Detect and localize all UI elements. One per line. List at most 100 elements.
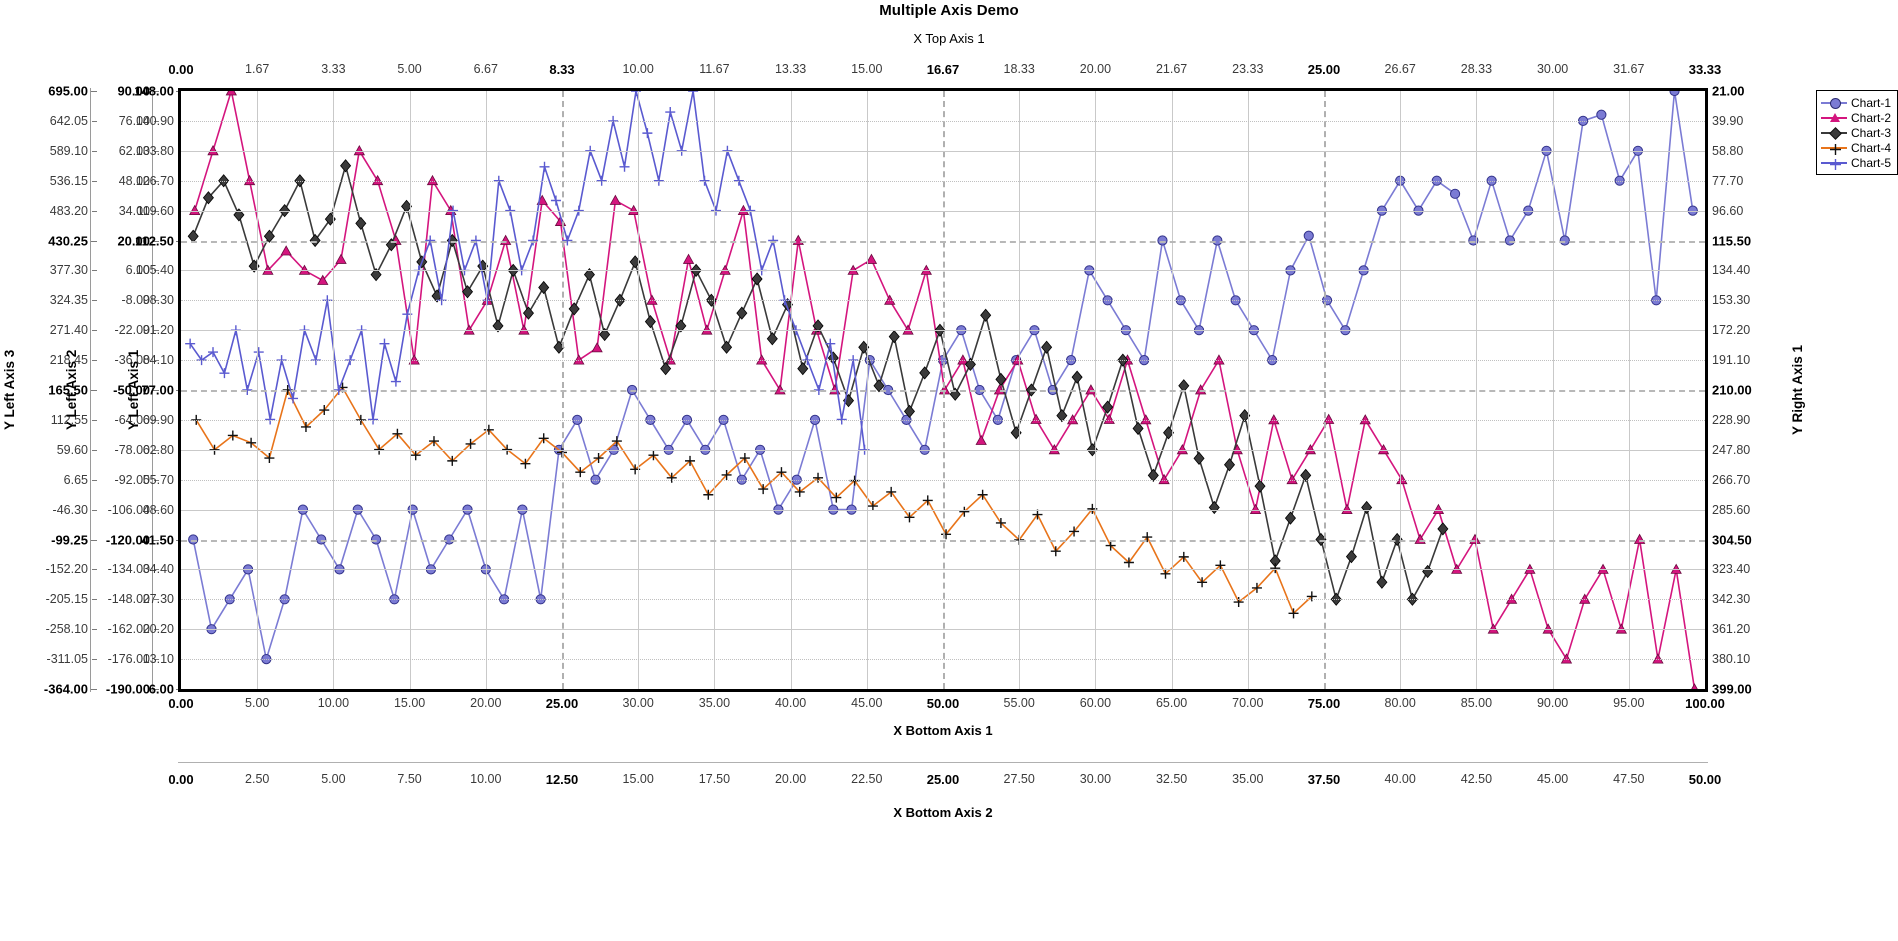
grid-line-horizontal bbox=[181, 150, 1705, 152]
axis-tick-label: 115.50 bbox=[1712, 233, 1752, 248]
axis-tick-label: 18.33 bbox=[1003, 62, 1035, 76]
axis-tick-label: 30.00 bbox=[1079, 772, 1112, 786]
axis-tick-label: 21.00 bbox=[1712, 83, 1745, 99]
axis-tick-label: 21.67 bbox=[1155, 62, 1188, 76]
axis-tick-label: 20.00 bbox=[470, 696, 502, 710]
data-point bbox=[1449, 188, 1461, 199]
data-point bbox=[550, 195, 561, 206]
data-point bbox=[335, 253, 347, 264]
y-left-axis-2-title: Y Left Axis 2 bbox=[64, 349, 79, 431]
grid-line-horizontal bbox=[181, 360, 1705, 362]
grid-line-horizontal bbox=[181, 180, 1705, 182]
legend: Chart-1 Chart-2 Chart-3 Chart-4 Chart-5 bbox=[1816, 90, 1898, 175]
data-point bbox=[630, 91, 641, 96]
axis-tick-label: 69.90 bbox=[142, 412, 174, 427]
grid-line-horizontal bbox=[181, 599, 1705, 601]
axis-tick-label: 30.00 bbox=[1536, 62, 1569, 76]
legend-label: Chart-4 bbox=[1851, 140, 1892, 155]
legend-item-chart-5[interactable]: Chart-5 bbox=[1821, 155, 1891, 170]
legend-item-chart-3[interactable]: Chart-3 bbox=[1821, 125, 1891, 140]
axis-tick-label: 98.30 bbox=[142, 293, 174, 308]
data-point bbox=[1376, 575, 1388, 589]
axis-tick-label: 247.80 bbox=[1712, 442, 1751, 457]
axis-tick-label: 25.00 bbox=[1307, 62, 1341, 77]
axis-tick-label: 27.50 bbox=[1003, 772, 1035, 786]
series-chart-5 bbox=[185, 91, 870, 455]
axis-tick-label: 10.00 bbox=[622, 62, 654, 76]
data-point bbox=[1071, 370, 1083, 384]
data-point bbox=[1691, 683, 1698, 689]
axis-tick-label: 55.70 bbox=[142, 472, 174, 487]
grid-line-horizontal bbox=[181, 479, 1705, 481]
axis-tick-label: 20.20 bbox=[142, 622, 174, 637]
data-point bbox=[355, 216, 367, 231]
grid-line-horizontal bbox=[181, 509, 1705, 511]
data-point bbox=[253, 347, 264, 358]
legend-item-chart-4[interactable]: Chart-4 bbox=[1821, 140, 1891, 155]
axis-tick-label: 11.67 bbox=[699, 62, 730, 76]
data-point bbox=[865, 253, 878, 264]
axis-tick-label: 6.00 bbox=[148, 681, 174, 697]
legend-item-chart-2[interactable]: Chart-2 bbox=[1821, 110, 1891, 125]
data-point bbox=[797, 362, 809, 376]
axis-tick-label: 5.00 bbox=[245, 696, 270, 710]
axis-tick-label: 17.50 bbox=[698, 772, 731, 786]
axis-tick-label: 37.50 bbox=[1307, 772, 1341, 787]
axis-tick-label: 12.50 bbox=[545, 772, 579, 787]
axis-tick-label: 0.00 bbox=[168, 62, 194, 77]
legend-marker-icon bbox=[1829, 127, 1842, 140]
axis-tick-label: 15.00 bbox=[393, 696, 426, 710]
legend-label: Chart-1 bbox=[1851, 95, 1892, 110]
axis-tick-label: 31.67 bbox=[1613, 62, 1645, 76]
axis-tick-label: 84.10 bbox=[142, 353, 174, 368]
grid-line-horizontal bbox=[181, 569, 1705, 571]
grid-line-horizontal bbox=[181, 539, 1705, 542]
axis-tick-label: 133.80 bbox=[135, 143, 174, 158]
axis-tick-label: 40.00 bbox=[1384, 772, 1416, 786]
data-point bbox=[1193, 451, 1205, 465]
x-bottom-axis-1-title: X Bottom Axis 1 bbox=[893, 723, 993, 738]
axis-tick-label: 285.60 bbox=[1712, 502, 1751, 517]
axis-tick-label: 22.50 bbox=[851, 772, 883, 786]
data-point bbox=[619, 161, 630, 172]
grid-line-horizontal bbox=[181, 210, 1705, 212]
axis-tick-label: 100.00 bbox=[1685, 696, 1725, 711]
data-point bbox=[1254, 479, 1266, 493]
legend-marker-icon bbox=[1830, 142, 1841, 155]
axis-tick-label: 77.70 bbox=[1712, 173, 1744, 188]
legend-marker-icon bbox=[1830, 113, 1840, 122]
axis-tick-label: 399.00 bbox=[1712, 681, 1752, 697]
axis-tick-label: 0.00 bbox=[168, 696, 194, 711]
legend-key-icon bbox=[1821, 156, 1847, 170]
data-point bbox=[1223, 458, 1236, 472]
axis-tick-label: 41.50 bbox=[141, 532, 174, 547]
x-top-axis-1-ticks: 0.00 1.67 3.33 5.00 6.67 8.33 10.00 11.67 13.33 1… bbox=[168, 62, 1721, 84]
data-point bbox=[766, 332, 778, 346]
axis-tick-label: 5.00 bbox=[397, 62, 422, 76]
grid-line-horizontal bbox=[181, 629, 1705, 631]
axis-tick-label: 126.70 bbox=[135, 173, 174, 188]
axis-tick-label: 85.00 bbox=[1460, 696, 1493, 710]
axis-tick-label: 380.10 bbox=[1712, 652, 1751, 667]
axis-tick-label: 45.00 bbox=[1536, 772, 1569, 786]
data-point bbox=[919, 366, 931, 380]
axis-tick-label: 77.00 bbox=[141, 382, 174, 398]
axis-tick-label: 10.00 bbox=[317, 696, 350, 710]
axis-tick-label: 34.40 bbox=[142, 562, 174, 577]
data-point bbox=[1361, 500, 1373, 515]
axis-tick-label: 6.67 bbox=[473, 62, 498, 76]
grid-line-horizontal bbox=[181, 419, 1705, 421]
axis-tick-label: 26.67 bbox=[1384, 62, 1416, 76]
axis-tick-label: 40.00 bbox=[774, 696, 807, 710]
data-point bbox=[208, 347, 219, 358]
data-point bbox=[379, 338, 390, 349]
grid-line-horizontal bbox=[181, 270, 1705, 272]
axis-tick-label: 96.60 bbox=[1712, 203, 1744, 218]
plot-area[interactable] bbox=[178, 88, 1708, 692]
y-left-axis-1-title: Y Left Axis 1 bbox=[126, 349, 141, 431]
y-left-axis-3-title: Y Left Axis 3 bbox=[2, 349, 17, 431]
data-point bbox=[402, 309, 413, 320]
axis-tick-label: 15.00 bbox=[851, 62, 883, 76]
legend-item-chart-1[interactable]: Chart-1 bbox=[1821, 95, 1891, 110]
data-point bbox=[1041, 340, 1053, 354]
